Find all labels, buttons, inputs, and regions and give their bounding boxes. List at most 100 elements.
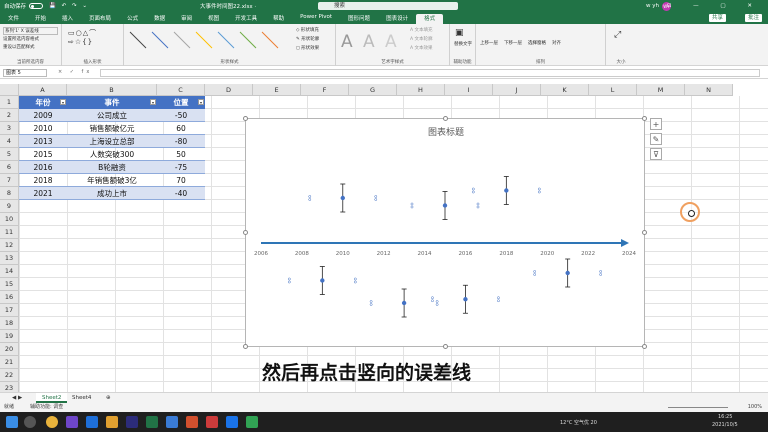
autosave-toggle[interactable]	[29, 3, 44, 9]
premiere-icon[interactable]	[126, 416, 138, 428]
row-header-7[interactable]: 7	[0, 174, 19, 187]
table-cell[interactable]: 2015	[19, 148, 67, 161]
column-header-n[interactable]: N	[685, 84, 733, 96]
row-header-2[interactable]: 2	[0, 109, 19, 122]
table-cell[interactable]: 人数突破300	[67, 148, 157, 161]
data-point[interactable]	[565, 270, 570, 276]
ribbon-tab[interactable]: 审阅	[173, 14, 200, 24]
row-header-21[interactable]: 21	[0, 356, 19, 369]
table-cell[interactable]: 销售额破亿元	[67, 122, 157, 135]
shape-outline-button[interactable]: ✎ 形状轮廓	[296, 36, 319, 42]
size-icon[interactable]: ⤢	[614, 30, 621, 40]
app-icon[interactable]	[66, 416, 78, 428]
row-header-11[interactable]: 11	[0, 226, 19, 239]
table-cell[interactable]: 2013	[19, 135, 67, 148]
row-header-15[interactable]: 15	[0, 278, 19, 291]
error-bar-selection-handle[interactable]	[308, 195, 312, 198]
row-header-8[interactable]: 8	[0, 187, 19, 200]
x-tick-label[interactable]: 2012	[377, 251, 391, 257]
chart-styles-button[interactable]: ✎	[650, 133, 662, 145]
weather-widget[interactable]: 12°C 空气优 20	[560, 419, 597, 426]
formula-controls[interactable]: × ✓ fx	[58, 69, 92, 75]
resize-handle[interactable]	[642, 230, 647, 235]
x-tick-label[interactable]: 2006	[254, 251, 268, 257]
zoom-slider[interactable]	[668, 407, 728, 408]
table-cell[interactable]: -80	[157, 135, 205, 148]
ribbon-tab[interactable]: 插入	[54, 14, 81, 24]
app-icon[interactable]	[166, 416, 178, 428]
error-bar-selection-handle[interactable]	[599, 273, 603, 276]
row-header-12[interactable]: 12	[0, 239, 19, 252]
ribbon-tab[interactable]: 公式	[119, 14, 146, 24]
formula-input[interactable]	[100, 69, 760, 77]
resize-handle[interactable]	[243, 116, 248, 121]
error-bar-selection-handle[interactable]	[476, 202, 480, 206]
line-style-option[interactable]	[173, 31, 191, 49]
shapes-gallery-icon[interactable]: ▭○△⌒ ⇨☆{}	[68, 28, 97, 46]
error-bar-selection-handle[interactable]	[435, 300, 439, 303]
error-bar-selection-handle[interactable]	[476, 205, 480, 209]
table-cell[interactable]: 2010	[19, 122, 67, 135]
ribbon-tab[interactable]: 开始	[27, 14, 54, 24]
resize-handle[interactable]	[243, 230, 248, 235]
error-bar-selection-handle[interactable]	[497, 299, 500, 303]
table-header-cell[interactable]: 事件 ▾	[67, 96, 157, 109]
table-cell[interactable]: -50	[157, 109, 205, 122]
comment-button[interactable]: 批注	[744, 14, 762, 22]
alt-text-button[interactable]: 替换文字	[453, 41, 473, 47]
error-bar-selection-handle[interactable]	[533, 270, 537, 273]
error-bar-selection-handle[interactable]	[533, 273, 537, 276]
filter-dropdown-icon[interactable]: ▾	[198, 99, 204, 105]
column-header-c[interactable]: C	[157, 84, 205, 96]
filter-dropdown-icon[interactable]: ▾	[150, 99, 156, 105]
error-bar-selection-handle[interactable]	[431, 299, 434, 303]
column-header-h[interactable]: H	[397, 84, 445, 96]
resize-handle[interactable]	[243, 344, 248, 349]
error-bar-selection-handle[interactable]	[537, 190, 541, 194]
wordart-style-2[interactable]: A	[363, 32, 375, 52]
row-header-3[interactable]: 3	[0, 122, 19, 135]
table-cell[interactable]: 上海设立总部	[67, 135, 157, 148]
chart-filters-button[interactable]: ⊽	[650, 148, 662, 160]
zoom-level[interactable]: 100%	[748, 403, 762, 412]
chart-title[interactable]: 图表标题	[428, 126, 464, 138]
wordart-style-1[interactable]: A	[341, 32, 353, 52]
row-header-4[interactable]: 4	[0, 135, 19, 148]
x-tick-label[interactable]: 2022	[581, 251, 595, 257]
column-header-e[interactable]: E	[253, 84, 301, 96]
ribbon-tab[interactable]: 数据	[146, 14, 173, 24]
row-header-23[interactable]: 23	[0, 382, 19, 392]
search-icon[interactable]	[24, 416, 36, 428]
column-header-f[interactable]: F	[301, 84, 349, 96]
ribbon-tab[interactable]: 帮助	[265, 14, 292, 24]
error-bar-selection-handle[interactable]	[353, 280, 357, 284]
row-header-17[interactable]: 17	[0, 304, 19, 317]
x-tick-label[interactable]: 2024	[622, 251, 636, 257]
x-tick-label[interactable]: 2014	[418, 251, 432, 257]
table-cell[interactable]: 2009	[19, 109, 67, 122]
line-style-option[interactable]	[195, 31, 213, 49]
ribbon-tab[interactable]: 视图	[200, 14, 227, 24]
error-bar-selection-handle[interactable]	[308, 198, 312, 201]
row-header-20[interactable]: 20	[0, 343, 19, 356]
column-header-a[interactable]: A	[19, 84, 67, 96]
row-header-10[interactable]: 10	[0, 213, 19, 226]
table-cell[interactable]: 2016	[19, 161, 67, 174]
x-tick-label[interactable]: 2010	[336, 251, 350, 257]
error-bar-selection-handle[interactable]	[287, 280, 291, 284]
row-header-5[interactable]: 5	[0, 148, 19, 161]
column-header-k[interactable]: K	[541, 84, 589, 96]
selection-dropdown[interactable]: 系列'1' X 误差线	[3, 27, 58, 35]
start-icon[interactable]	[6, 416, 18, 428]
row-header-1[interactable]: 1	[0, 96, 19, 109]
table-header-cell[interactable]: 年份 ▾	[19, 96, 67, 109]
sheet-tab-sheet2[interactable]: Sheet2	[36, 393, 68, 403]
column-header-g[interactable]: G	[349, 84, 397, 96]
app-icon[interactable]	[226, 416, 238, 428]
ribbon-tab[interactable]: 文件	[0, 14, 27, 24]
line-style-option[interactable]	[151, 31, 169, 49]
app-icon[interactable]	[246, 416, 258, 428]
select-all-corner[interactable]	[0, 84, 19, 96]
table-cell[interactable]: 70	[157, 174, 205, 187]
error-bar-selection-handle[interactable]	[497, 296, 500, 300]
